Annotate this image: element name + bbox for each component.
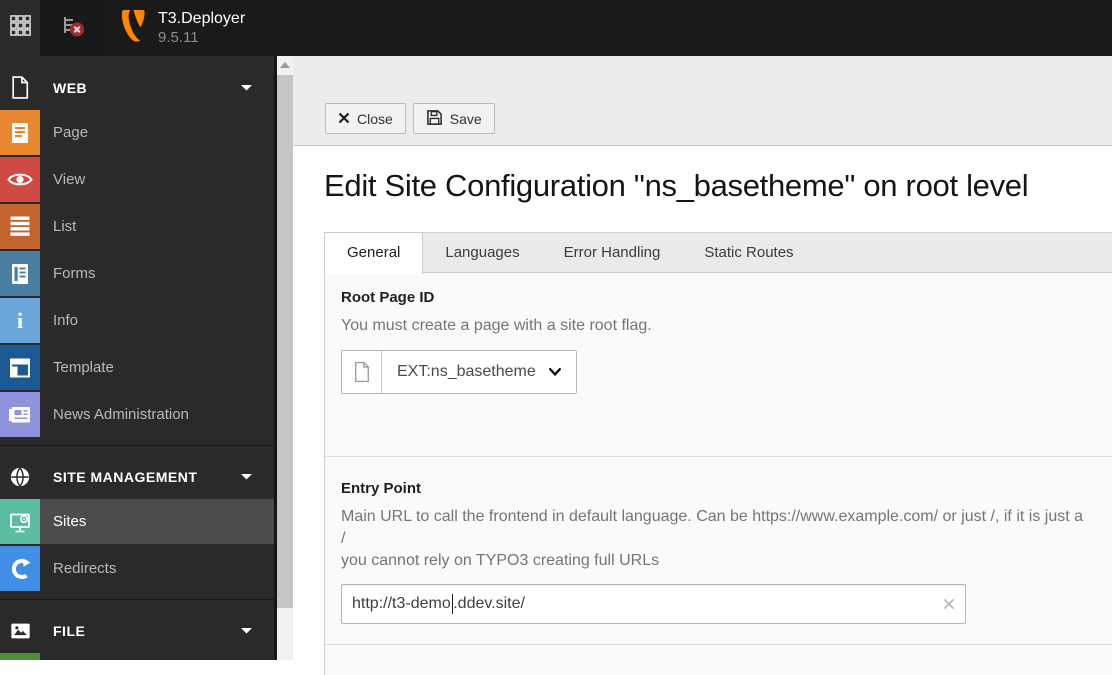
entry-point-label: Entry Point (341, 480, 422, 497)
view-module-icon (0, 157, 40, 202)
app-version: 9.5.11 (158, 28, 199, 46)
sidebar-scrollbar[interactable] (277, 56, 293, 660)
entry-point-value-before-caret: http://t3-demo (352, 595, 451, 612)
modules-menu-button[interactable] (0, 0, 40, 56)
forms-module-icon (0, 251, 40, 296)
sidebar-item-label: Redirects (53, 560, 117, 577)
sidebar-section-web[interactable]: WEB (0, 65, 274, 110)
image-icon (0, 620, 40, 642)
pagetree-close-icon (60, 14, 85, 43)
sidebar-section-file[interactable]: FILE (0, 608, 274, 653)
sidebar-item-redirects[interactable]: Redirects (0, 546, 274, 591)
topbar: T3.Deployer 9.5.11 (0, 0, 1112, 56)
typo3-logo-icon (114, 9, 148, 47)
root-page-id-description: You must create a page with a site root … (341, 317, 652, 334)
sidebar-section-label: FILE (53, 622, 86, 639)
entry-point-section: Entry Point Main URL to call the fronten… (325, 457, 1112, 644)
sidebar-section-label: WEB (53, 79, 88, 96)
module-menu: WEB Page View List Forms i Info Template… (0, 56, 274, 660)
list-module-icon (0, 204, 40, 249)
tab-languages[interactable]: Languages (423, 233, 541, 272)
filelist-module-icon (0, 653, 40, 660)
entry-point-description-line2: you cannot rely on TYPO3 creating full U… (341, 552, 660, 569)
app-title: T3.Deployer (158, 10, 246, 28)
redirects-module-icon (0, 546, 40, 591)
globe-icon (0, 466, 40, 488)
info-module-icon: i (0, 298, 40, 343)
sidebar-item-info[interactable]: i Info (0, 298, 274, 343)
save-floppy-icon (426, 109, 443, 129)
close-icon (338, 111, 350, 127)
entry-point-value-after-caret: .ddev.site/ (453, 595, 525, 612)
scroll-up-icon (280, 61, 290, 68)
entry-point-input[interactable]: http://t3-demo .ddev.site/ (341, 584, 966, 624)
save-button-label: Save (449, 110, 482, 127)
grid-icon (9, 14, 32, 42)
close-button[interactable]: Close (325, 103, 406, 134)
sidebar-item-label: List (53, 218, 77, 235)
chevron-down-icon (241, 84, 252, 91)
web-section-icon (0, 75, 40, 100)
scrollbar-up-button[interactable] (277, 56, 293, 74)
sidebar-item-label: Sites (53, 513, 87, 530)
page-title: Edit Site Configuration "ns_basetheme" o… (324, 168, 1029, 203)
sidebar-item-label: Page (53, 124, 89, 141)
template-module-icon (0, 345, 40, 390)
chevron-down-icon (241, 473, 252, 480)
entry-point-description-line1: Main URL to call the frontend in default… (341, 508, 1083, 547)
sidebar-item-label (40, 653, 274, 660)
root-page-id-label: Root Page ID (341, 289, 435, 306)
sidebar-item-label: Template (53, 359, 114, 376)
sidebar-item-sites[interactable]: Sites (0, 499, 274, 544)
root-page-select-value: EXT:ns_basetheme (397, 363, 536, 380)
svg-text:i: i (17, 309, 23, 333)
tab-static-routes[interactable]: Static Routes (682, 233, 815, 272)
sidebar-item-list[interactable]: List (0, 204, 274, 249)
next-section-partial (325, 645, 1112, 675)
sidebar-section-label: SITE MANAGEMENT (53, 468, 198, 485)
root-page-select-group: EXT:ns_basetheme (341, 350, 577, 394)
content-area: Close Save Edit Site Configuration "ns_b… (293, 56, 1112, 675)
save-button[interactable]: Save (412, 103, 495, 134)
module-body: Edit Site Configuration "ns_basetheme" o… (293, 168, 1112, 675)
clear-input-icon[interactable] (943, 598, 955, 610)
form-tabs: General Languages Error Handling Static … (324, 232, 1112, 274)
page-record-icon (342, 351, 382, 393)
news-module-icon (0, 392, 40, 437)
sidebar-section-site-management[interactable]: SITE MANAGEMENT (0, 454, 274, 499)
sidebar-item-label: News Administration (53, 406, 189, 423)
sidebar-item-forms[interactable]: Forms (0, 251, 274, 296)
tab-general[interactable]: General (324, 232, 424, 274)
tab-panel-general: Root Page ID You must create a page with… (324, 272, 1112, 675)
tab-error-handling[interactable]: Error Handling (542, 233, 683, 272)
sidebar-item-page[interactable]: Page (0, 110, 274, 155)
sidebar-item-view[interactable]: View (0, 157, 274, 202)
sidebar-item-label: Forms (53, 265, 96, 282)
entry-point-description: Main URL to call the frontend in default… (341, 506, 1091, 572)
pagetree-close-button[interactable] (40, 0, 104, 56)
sidebar-section-divider (0, 445, 274, 446)
chevron-down-icon (241, 627, 252, 634)
page-module-icon (0, 110, 40, 155)
sites-module-icon (0, 499, 40, 544)
sidebar-item-template[interactable]: Template (0, 345, 274, 390)
close-button-label: Close (357, 110, 393, 127)
root-page-id-section: Root Page ID You must create a page with… (325, 273, 1112, 456)
root-page-select[interactable]: EXT:ns_basetheme (382, 351, 576, 393)
app-brand[interactable]: T3.Deployer 9.5.11 (104, 0, 245, 56)
docheader: Close Save (293, 56, 1112, 146)
sidebar-item-filelist-partial[interactable] (0, 653, 274, 660)
sidebar-item-label: View (53, 171, 86, 188)
select-chevron-icon (548, 363, 561, 381)
sidebar-item-label: Info (53, 312, 79, 329)
sidebar-item-news-administration[interactable]: News Administration (0, 392, 274, 437)
sidebar-section-divider (0, 599, 274, 600)
scrollbar-thumb[interactable] (277, 75, 293, 608)
